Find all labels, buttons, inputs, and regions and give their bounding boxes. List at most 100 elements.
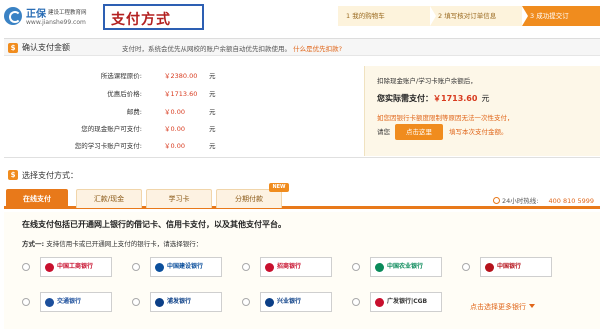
actual-payment-box: 扣除现金账户/学习卡账户余额后， 您实际需支付：￥1713.60 元 如您因银行卡… [364,66,600,156]
bank-logo-cmb[interactable]: 招商银行 [260,257,332,277]
actual-payment-line: 您实际需支付：￥1713.60 元 [377,93,489,104]
summary-unit: 元 [209,72,216,80]
fill-amount-text: 填写本次支付金额。 [449,128,508,136]
method-one: 方式一: 支持信用卡或已开通网上支付的银行卡，请选择银行： [22,238,202,248]
bank-option-icbc[interactable]: 中国工商银行 [22,257,114,279]
bank-logo-ccb[interactable]: 中国建设银行 [150,257,222,277]
select-payment-bar: $ 选择支付方式： [4,166,600,184]
tab-remittance-cash[interactable]: 汇款/现金 [76,189,142,208]
hotline-label: 24小时热线: [502,197,539,205]
summary-unit: 元 [209,125,216,133]
bank-radio[interactable] [132,263,140,271]
bank-logo-cib[interactable]: 兴业银行 [260,292,332,312]
bank-option-cmb[interactable]: 招商银行 [242,257,334,279]
deduction-note: 扣除现金账户/学习卡账户余额后， [377,77,477,85]
summary-value: ￥0.00 [164,125,185,133]
dollar-icon: $ [8,43,18,53]
bank-radio[interactable] [242,298,250,306]
summary-row-study-card: 您的学习卡账户可支付: ￥0.00 元 [4,140,234,152]
logo-url: www.jianshe99.com [26,19,86,26]
step-shopping-cart: 1 我的购物车 [338,6,430,26]
chevron-down-icon [529,304,535,308]
bocom-logo-icon [45,298,54,307]
bank-name: 中国工商银行 [57,263,94,270]
bank-radio[interactable] [462,263,470,271]
bank-logo-abc[interactable]: 中国农业银行 [370,257,442,277]
bank-logo-cgb[interactable]: 广发银行|CGB [370,292,442,312]
checkout-steps: 1 我的购物车 2 填写核对订单信息 3 成功提交订 [338,6,600,26]
bank-radio[interactable] [352,298,360,306]
bank-logo-bocom[interactable]: 交通银行 [40,292,112,312]
bank-radio[interactable] [132,298,140,306]
icbc-logo-icon [45,263,54,272]
tab-online-payment[interactable]: 在线支付 [6,189,68,208]
clock-icon [493,197,501,204]
step-arrow-icon [430,6,436,26]
method-one-label: 方式一: [22,240,45,248]
summary-value: ￥0.00 [164,142,185,150]
bank-name: 广发银行|CGB [387,298,428,305]
logo-name: 正保 [26,9,46,20]
summary-label: 优惠后价格: [107,90,142,98]
confirm-amount-bar: $ 确认支付金额 支付时，系统会优先从网校的账户余额自动优先扣款使用。 什么是优… [4,38,600,56]
summary-value: ￥1713.60 [164,90,198,98]
payment-tabs: 在线支付 汇款/现金 学习卡 分期付款 NEW 24小时热线: 400 810 5… [4,183,600,209]
summary-row-discount-price: 优惠后价格: ￥1713.60 元 [4,88,234,100]
bank-radio[interactable] [242,263,250,271]
bank-name: 中国建设银行 [167,263,204,270]
summary-row-postage: 邮费: ￥0.00 元 [4,106,234,118]
bank-name: 中国农业银行 [387,263,424,270]
bank-option-cib[interactable]: 兴业银行 [242,292,334,314]
page-title-box: 支付方式 [103,4,204,30]
bank-option-cgb[interactable]: 广发银行|CGB [352,292,444,314]
bank-name: 招商银行 [277,263,302,270]
bank-logo-spdb[interactable]: 浦发银行 [150,292,222,312]
more-banks-text: 点击选择更多银行 [470,303,526,311]
ccb-logo-icon [155,263,164,272]
bank-radio[interactable] [22,298,30,306]
hotline: 24小时热线: 400 810 5999 [493,195,594,205]
summary-value: ￥2380.00 [164,72,198,80]
cgb-logo-icon [375,298,384,307]
click-here-button[interactable]: 点击这里 [395,124,443,140]
limit-note: 如您因银行卡额度限制等原因无法一次性支付， [377,114,514,122]
bank-option-ccb[interactable]: 中国建设银行 [132,257,224,279]
bank-radio[interactable] [352,263,360,271]
cib-logo-icon [265,298,274,307]
logo-mark-icon [4,7,22,25]
priority-deduction-link[interactable]: 什么是优先扣款? [293,45,342,53]
bank-option-abc[interactable]: 中国农业银行 [352,257,444,279]
summary-row-cash-account: 您的现金账户可支付: ￥0.00 元 [4,123,234,135]
bank-name: 兴业银行 [277,298,302,305]
step-submit-success: 3 成功提交订 [522,6,600,26]
summary-row-original-price: 所选课程原价: ￥2380.00 元 [4,70,234,82]
abc-logo-icon [375,263,384,272]
tab-study-card[interactable]: 学习卡 [146,189,212,208]
summary-unit: 元 [209,90,216,98]
spdb-logo-icon [155,298,164,307]
summary-label: 您的现金账户可支付: [81,125,142,133]
logo-subtitle: 建设工程教育网 [48,10,87,16]
page-header: 正保 建设工程教育网 www.jianshe99.com 支付方式 1 我的购物… [0,0,600,34]
site-logo[interactable]: 正保 建设工程教育网 www.jianshe99.com [4,4,104,30]
bank-option-bocom[interactable]: 交通银行 [22,292,114,314]
hotline-number: 400 810 5999 [548,197,595,205]
bank-option-spdb[interactable]: 浦发银行 [132,292,224,314]
confirm-note-text: 支付时，系统会优先从网校的账户余额自动优先扣款使用。 [122,45,291,53]
bank-logo-icbc[interactable]: 中国工商银行 [40,257,112,277]
bank-radio[interactable] [22,263,30,271]
online-payment-description: 在线支付包括已开通网上银行的借记卡、信用卡支付，以及其他支付平台。 [22,220,286,229]
boc-logo-icon [485,263,494,272]
prompt-text: 请您 [377,128,390,136]
confirm-amount-title: 确认支付金额 [22,43,70,52]
bank-logo-boc[interactable]: 中国银行 [480,257,552,277]
summary-unit: 元 [209,142,216,150]
dollar-icon: $ [8,170,18,180]
step-confirm-order: 2 填写核对订单信息 [430,6,522,26]
bank-option-boc[interactable]: 中国银行 [462,257,554,279]
new-badge: NEW [269,183,289,192]
actual-payment-unit: 元 [481,94,490,103]
more-banks-link[interactable]: 点击选择更多银行 [470,302,535,312]
summary-value: ￥0.00 [164,108,185,116]
cmb-logo-icon [265,263,274,272]
